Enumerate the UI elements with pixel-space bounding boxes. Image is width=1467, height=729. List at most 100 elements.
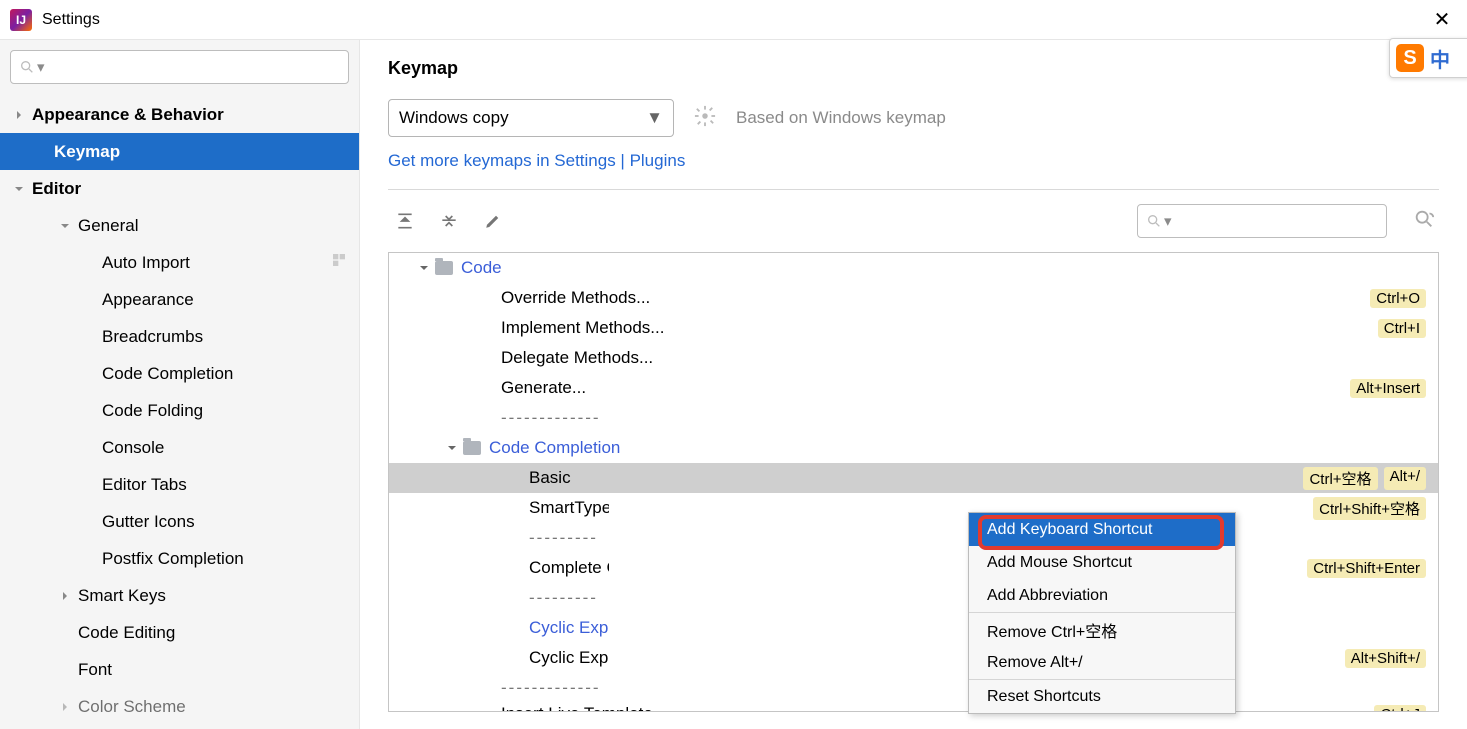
ime-logo-icon: S — [1396, 44, 1424, 72]
tree-action[interactable]: SmartTypeCtrl+Shift+空格 — [389, 493, 1438, 523]
tree-action[interactable]: Cyclic Expand...Alt+Shift+/ — [389, 643, 1438, 673]
search-icon — [19, 59, 35, 75]
sidebar-item-appearance-behavior[interactable]: Appearance & Behavior — [0, 96, 359, 133]
tree-item-label: Code Completion — [489, 438, 620, 458]
sidebar-item-label: Appearance & Behavior — [32, 105, 224, 125]
sidebar-item-label: Keymap — [54, 142, 120, 162]
ime-language-label: 中 — [1430, 44, 1450, 73]
sidebar-item-label: Code Completion — [102, 364, 233, 384]
tree-action[interactable]: Implement Methods...Ctrl+I — [389, 313, 1438, 343]
keymap-dropdown-value: Windows copy — [399, 108, 509, 128]
gear-icon[interactable] — [694, 105, 716, 131]
tree-action[interactable]: BasicCtrl+空格Alt+/ — [389, 463, 1438, 493]
shortcut-badge: Ctrl+J — [1374, 705, 1426, 713]
sidebar-item-label: Auto Import — [102, 253, 190, 273]
window-title: Settings — [42, 11, 100, 29]
shortcut-list: Ctrl+O — [1370, 289, 1426, 308]
keymap-dropdown[interactable]: Windows copy ▼ — [388, 99, 674, 137]
tree-folder[interactable]: Code Completion — [389, 433, 1438, 463]
shortcut-list: Alt+Insert — [1350, 379, 1426, 398]
sidebar-item-general[interactable]: General — [0, 207, 359, 244]
app-icon: IJ — [10, 9, 32, 31]
tree-action[interactable]: --------- — [389, 523, 1438, 553]
get-keymaps-link[interactable]: Get more keymaps in Settings | Plugins — [388, 151, 685, 171]
tree-item-label: Generate... — [501, 378, 586, 398]
context-menu-item-add-mouse-shortcut[interactable]: Add Mouse Shortcut — [969, 546, 1235, 579]
tree-action[interactable]: --------- — [389, 583, 1438, 613]
find-by-shortcut-button[interactable] — [1413, 208, 1435, 234]
tree-action[interactable]: ------------- — [389, 403, 1438, 433]
sidebar-item-auto-import[interactable]: Auto Import — [0, 244, 359, 281]
tree-search-input[interactable]: ▾ — [1137, 204, 1387, 238]
sidebar-item-appearance[interactable]: Appearance — [0, 281, 359, 318]
tree-item-label: Basic — [529, 468, 571, 488]
edit-button[interactable] — [480, 208, 506, 234]
context-menu: Add Keyboard ShortcutAdd Mouse ShortcutA… — [968, 512, 1236, 714]
sidebar-item-label: Smart Keys — [78, 586, 166, 606]
context-menu-item-reset-shortcuts[interactable]: Reset Shortcuts — [969, 680, 1235, 713]
shortcut-list: Ctrl+Shift+Enter — [1307, 559, 1426, 578]
tree-folder[interactable]: Code — [389, 253, 1438, 283]
chevron-right-icon — [12, 108, 26, 122]
divider: --------- — [529, 528, 598, 548]
sidebar-item-keymap[interactable]: Keymap — [0, 133, 359, 170]
tree-action[interactable]: Generate... Alt+Insert — [389, 373, 1438, 403]
collapse-all-button[interactable] — [436, 208, 462, 234]
sidebar-item-code-folding[interactable]: Code Folding — [0, 392, 359, 429]
tree-item-label: Cyclic Expand... — [529, 648, 609, 668]
tree-action[interactable]: Delegate Methods... — [389, 343, 1438, 373]
context-menu-item-remove-ctrl[interactable]: Remove Ctrl+空格 — [969, 613, 1235, 646]
chevron-down-icon — [58, 219, 72, 233]
divider: ------------- — [501, 678, 601, 698]
sidebar-item-console[interactable]: Console — [0, 429, 359, 466]
sidebar-item-label: Color Scheme — [78, 697, 186, 717]
shortcut-list: Ctrl+I — [1378, 319, 1426, 338]
sidebar-item-label: Breadcrumbs — [102, 327, 203, 347]
tree-action[interactable]: Complete Current...Ctrl+Shift+Enter — [389, 553, 1438, 583]
chevron-down-icon — [417, 263, 431, 273]
sidebar-item-code-completion[interactable]: Code Completion — [0, 355, 359, 392]
shortcut-badge: Ctrl+Shift+空格 — [1313, 497, 1426, 520]
sidebar-item-breadcrumbs[interactable]: Breadcrumbs — [0, 318, 359, 355]
tree-action[interactable]: Override Methods...Ctrl+O — [389, 283, 1438, 313]
shortcut-list: Ctrl+Shift+空格 — [1313, 497, 1426, 520]
sidebar-item-gutter-icons[interactable]: Gutter Icons — [0, 503, 359, 540]
folder-icon — [435, 261, 453, 275]
tree-item-label: Insert Live Template... — [501, 704, 667, 712]
sidebar-item-label: Code Editing — [78, 623, 175, 643]
sidebar: ▾ Appearance & Behavior Keymap EditorGener… — [0, 40, 360, 729]
sidebar-item-color-scheme[interactable]: Color Scheme — [0, 688, 359, 725]
context-menu-item-remove-alt[interactable]: Remove Alt+/ — [969, 646, 1235, 679]
shortcut-badge: Ctrl+O — [1370, 289, 1426, 308]
shortcut-badge: Ctrl+Shift+Enter — [1307, 559, 1426, 578]
close-button[interactable]: ✕ — [1427, 7, 1457, 32]
sidebar-item-editor-tabs[interactable]: Editor Tabs — [0, 466, 359, 503]
sidebar-search-input[interactable]: ▾ — [10, 50, 349, 84]
tree-item-label: Code — [461, 258, 502, 278]
sidebar-item-postfix-completion[interactable]: Postfix Completion — [0, 540, 359, 577]
sidebar-item-editor[interactable]: Editor — [0, 170, 359, 207]
chevron-right-icon — [58, 700, 72, 714]
divider: --------- — [529, 588, 598, 608]
shortcut-badge: Ctrl+I — [1378, 319, 1426, 338]
sidebar-item-code-editing[interactable]: Code Editing — [0, 614, 359, 651]
main-panel: Keymap Windows copy ▼ Based on Windows k… — [360, 40, 1467, 729]
tree-action[interactable]: ------------- — [389, 673, 1438, 703]
ime-widget[interactable]: S 中 — [1389, 38, 1467, 78]
sidebar-item-label: Gutter Icons — [102, 512, 195, 532]
tree-action[interactable]: Insert Live Template... Ctrl+J — [389, 703, 1438, 712]
chevron-right-icon — [58, 589, 72, 603]
expand-all-button[interactable] — [392, 208, 418, 234]
keymap-tree[interactable]: Code Override Methods...Ctrl+OImplement M… — [388, 252, 1439, 712]
sidebar-item-font[interactable]: Font — [0, 651, 359, 688]
sidebar-item-smart-keys[interactable]: Smart Keys — [0, 577, 359, 614]
scope-icon — [331, 252, 347, 273]
tree-item-label: Delegate Methods... — [501, 348, 653, 368]
tree-item-label: Cyclic Expand... — [529, 618, 609, 638]
page-title: Keymap — [388, 58, 1439, 79]
context-menu-item-add-keyboard-shortcut[interactable]: Add Keyboard Shortcut — [969, 513, 1235, 546]
based-on-text: Based on Windows keymap — [736, 108, 946, 128]
tree-folder[interactable]: Cyclic Expand... — [389, 613, 1438, 643]
context-menu-item-add-abbreviation[interactable]: Add Abbreviation — [969, 579, 1235, 612]
shortcut-badge: Ctrl+空格 — [1303, 467, 1377, 490]
